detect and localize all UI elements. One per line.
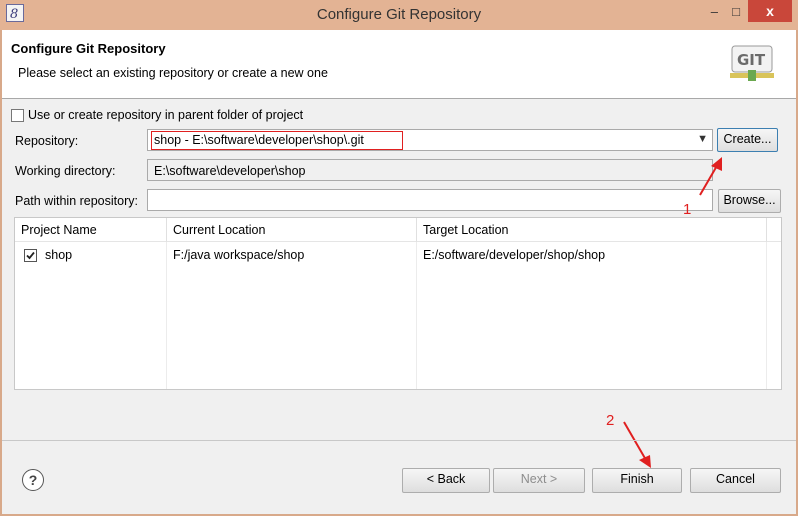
window-titlebar: 8 Configure Git Repository – □ x xyxy=(0,0,798,30)
maximize-button[interactable]: □ xyxy=(732,4,740,19)
finish-button[interactable]: Finish xyxy=(592,468,682,493)
annotation-arrow-one xyxy=(699,163,719,196)
window-title: Configure Git Repository xyxy=(316,6,482,23)
help-icon[interactable]: ? xyxy=(22,469,44,491)
next-button[interactable]: Next > xyxy=(493,468,585,493)
annotation-arrow-two xyxy=(623,421,647,461)
footer-separator xyxy=(2,440,796,441)
back-button[interactable]: < Back xyxy=(402,468,490,493)
close-button[interactable]: x xyxy=(748,0,792,22)
dialog-body: Configure Git Repository Please select a… xyxy=(2,30,796,514)
annotation-arrowhead-one xyxy=(711,157,722,171)
annotation-arrows xyxy=(623,157,722,468)
cancel-button[interactable]: Cancel xyxy=(690,468,781,493)
minimize-button[interactable]: – xyxy=(711,4,718,19)
